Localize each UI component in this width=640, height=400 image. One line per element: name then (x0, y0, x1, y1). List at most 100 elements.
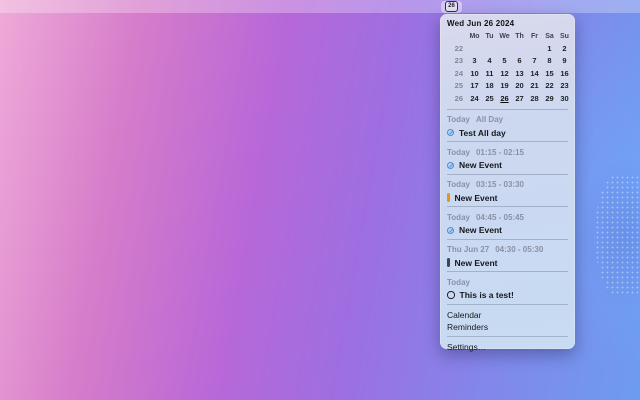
event-date-label: Thu Jun 27 (447, 245, 489, 254)
event-row[interactable]: New Event (447, 160, 568, 170)
event-group-header: Thu Jun 2704:30 - 05:30 (447, 245, 568, 255)
blue-clock-circle-icon (447, 162, 454, 169)
event-row[interactable]: New Event (447, 258, 568, 268)
event-time-label: 03:15 - 03:30 (476, 180, 524, 189)
day-cell[interactable]: 16 (557, 67, 572, 80)
menu-item-reminders[interactable]: Reminders (447, 321, 568, 334)
event-row[interactable]: This is a test! (447, 290, 568, 300)
event-group-header: Today All Day (447, 115, 568, 125)
event-date-label: Today (447, 213, 470, 222)
current-date-header: Wed Jun 26 2024 (440, 19, 575, 30)
divider (447, 109, 568, 110)
event-time-label: All Day (476, 115, 503, 124)
events-list: Today All Day Test All day Today 01:15 - 02:… (440, 115, 575, 305)
weekday-header: We (497, 30, 512, 42)
event-group-header: Today 03:15 - 03:30 (447, 180, 568, 190)
day-cell[interactable]: 6 (512, 55, 527, 68)
day-cell[interactable]: 23 (557, 80, 572, 93)
day-cell[interactable]: 5 (497, 55, 512, 68)
event-row[interactable]: New Event (447, 225, 568, 235)
blue-clock-circle-icon (447, 129, 454, 136)
event-date-label: Today (447, 278, 470, 287)
event-title: This is a test! (460, 290, 514, 300)
event-group-header: Today 01:15 - 02:15 (447, 147, 568, 157)
event-title: New Event (459, 160, 502, 170)
day-cell[interactable]: 30 (557, 92, 572, 105)
reminder-open-circle-icon (447, 291, 455, 299)
day-cell[interactable]: 19 (497, 80, 512, 93)
weekday-header: Fr (527, 30, 542, 42)
event-time-label: 01:15 - 02:15 (476, 148, 524, 157)
day-cell[interactable]: 8 (542, 55, 557, 68)
divider (447, 206, 568, 207)
day-cell[interactable]: 25 (482, 92, 497, 105)
divider (447, 336, 568, 337)
day-cell[interactable]: 22 (542, 80, 557, 93)
week-row: 2212 (446, 42, 572, 55)
day-cell[interactable]: 20 (512, 80, 527, 93)
day-cell[interactable]: 2 (557, 42, 572, 55)
day-cell[interactable]: 21 (527, 80, 542, 93)
day-cell[interactable]: 13 (512, 67, 527, 80)
menubar-calendar-item[interactable]: 26 (441, 1, 462, 13)
weekday-header: Sa (542, 30, 557, 42)
event-row[interactable]: Test All day (447, 128, 568, 138)
event-title: New Event (455, 193, 498, 203)
event-date-label: Today (447, 115, 470, 124)
day-cell-today[interactable]: 26 (497, 92, 512, 105)
day-cell[interactable]: 14 (527, 67, 542, 80)
divider (447, 239, 568, 240)
calendar-date-icon: 26 (445, 1, 458, 12)
divider (447, 271, 568, 272)
event-title: Test All day (459, 128, 506, 138)
week-row: 2517181920212223 (446, 80, 572, 93)
day-cell[interactable]: 27 (512, 92, 527, 105)
day-cell[interactable]: 9 (557, 55, 572, 68)
event-date-label: Today (447, 148, 470, 157)
day-cell[interactable]: 7 (527, 55, 542, 68)
divider (447, 174, 568, 175)
day-cell[interactable]: 17 (467, 80, 482, 93)
menu-item-settings[interactable]: Settings… (447, 341, 568, 354)
divider (447, 141, 568, 142)
weekday-header: Tu (482, 30, 497, 42)
dark-bar-icon (447, 258, 450, 267)
day-cell[interactable]: 12 (497, 67, 512, 80)
month-grid: MoTuWeThFrSaSu 2212233456789241011121314… (446, 30, 572, 105)
day-cell[interactable]: 18 (482, 80, 497, 93)
empty-day-cell (482, 42, 497, 55)
event-title: New Event (459, 225, 502, 235)
event-group-header: Today 04:45 - 05:45 (447, 212, 568, 222)
menu-bar: 26 (0, 0, 640, 13)
empty-day-cell (527, 42, 542, 55)
day-cell[interactable]: 28 (527, 92, 542, 105)
day-cell[interactable]: 10 (467, 67, 482, 80)
event-row[interactable]: New Event (447, 193, 568, 203)
desktop-background: 26 Wed Jun 26 2024 MoTuWeThFrSaSu 221223… (0, 0, 640, 400)
day-cell[interactable]: 29 (542, 92, 557, 105)
event-time-label: 04:45 - 05:45 (476, 213, 524, 222)
event-title: New Event (455, 258, 498, 268)
day-cell[interactable]: 24 (467, 92, 482, 105)
day-cell[interactable]: 11 (482, 67, 497, 80)
day-cell[interactable]: 1 (542, 42, 557, 55)
empty-day-cell (512, 42, 527, 55)
week-row: 2624252627282930 (446, 92, 572, 105)
weekday-header: Mo (467, 30, 482, 42)
week-number-column-header (446, 30, 467, 42)
weekday-header: Su (557, 30, 572, 42)
day-cell[interactable]: 3 (467, 55, 482, 68)
week-number: 25 (446, 80, 467, 93)
event-date-label: Today (447, 180, 470, 189)
week-number: 26 (446, 92, 467, 105)
menu-item-calendar[interactable]: Calendar (447, 309, 568, 322)
day-cell[interactable]: 4 (482, 55, 497, 68)
week-number: 23 (446, 55, 467, 68)
divider (447, 304, 568, 305)
orange-bar-icon (447, 193, 450, 202)
weekday-header-row: MoTuWeThFrSaSu (446, 30, 572, 42)
week-number: 24 (446, 67, 467, 80)
blue-clock-circle-icon (447, 227, 454, 234)
wallpaper-dots-decoration (595, 175, 640, 295)
day-cell[interactable]: 15 (542, 67, 557, 80)
